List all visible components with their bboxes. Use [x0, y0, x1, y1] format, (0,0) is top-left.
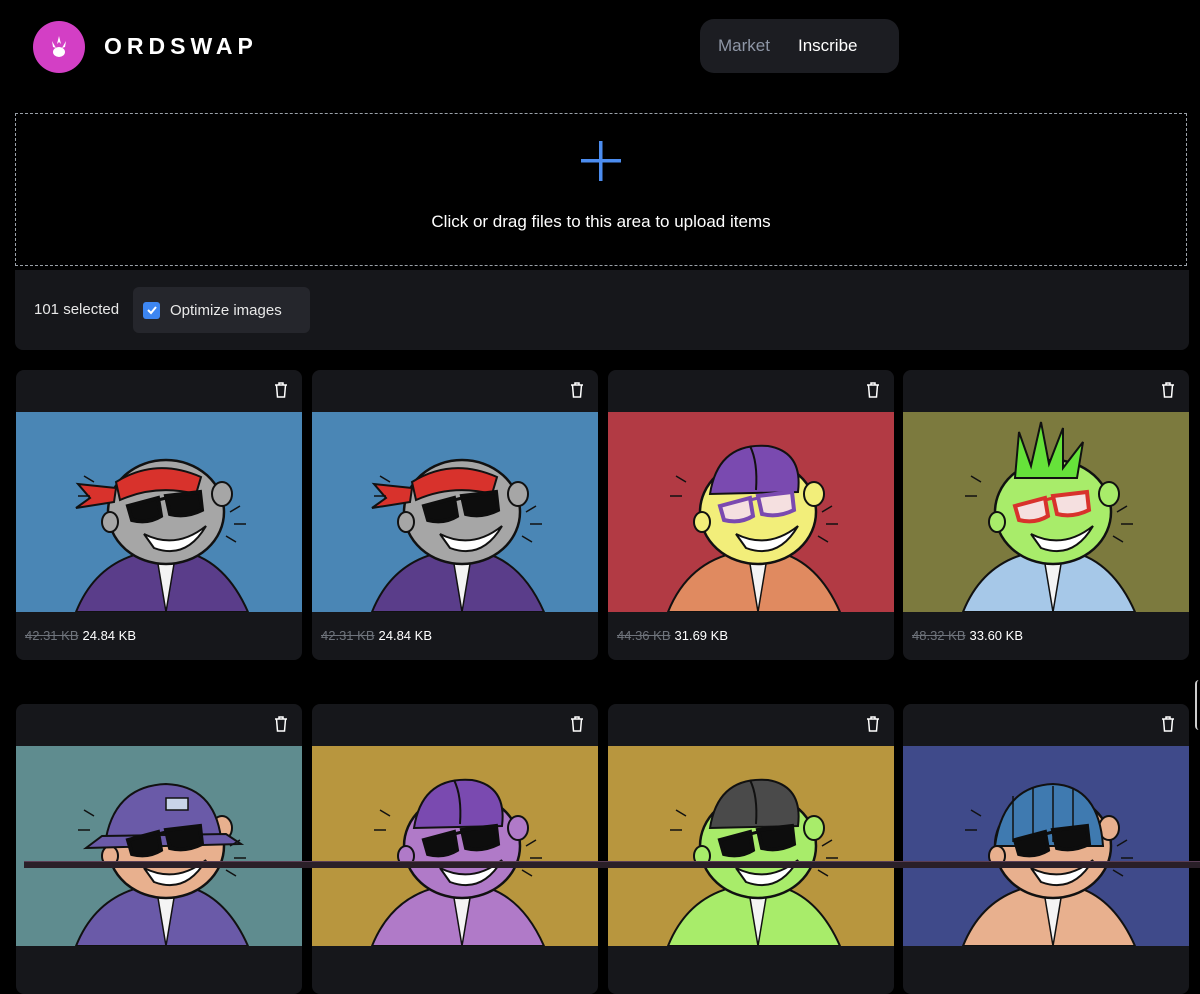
item-card[interactable] — [16, 704, 302, 994]
item-sizes: 42.31 KB 24.84 KB — [321, 628, 432, 643]
optimized-size: 33.60 KB — [969, 628, 1024, 643]
optimize-checkbox[interactable] — [143, 301, 160, 319]
trash-icon[interactable] — [274, 716, 288, 732]
header: ORDSWAP Market Inscribe — [0, 0, 1200, 95]
card-header — [608, 370, 894, 412]
item-card[interactable] — [903, 704, 1189, 994]
original-size: 44.36 KB — [617, 628, 671, 643]
item-sizes: 44.36 KB 31.69 KB — [617, 628, 728, 643]
item-card[interactable]: 48.32 KB 33.60 KB — [903, 370, 1189, 660]
nav-tabs: Market Inscribe — [700, 19, 899, 73]
trash-icon[interactable] — [1161, 382, 1175, 398]
card-header — [312, 370, 598, 412]
trash-icon[interactable] — [570, 382, 584, 398]
trash-icon[interactable] — [866, 716, 880, 732]
item-thumbnail — [312, 412, 598, 612]
trash-icon[interactable] — [570, 716, 584, 732]
optimized-size: 31.69 KB — [674, 628, 729, 643]
original-size: 48.32 KB — [912, 628, 966, 643]
item-thumbnail — [16, 412, 302, 612]
upload-dropzone[interactable]: Click or drag files to this area to uplo… — [15, 113, 1187, 266]
card-header — [903, 370, 1189, 412]
trash-icon[interactable] — [274, 382, 288, 398]
item-thumbnail — [312, 746, 598, 946]
original-size: 42.31 KB — [321, 628, 375, 643]
card-header — [16, 704, 302, 746]
item-card[interactable]: 42.31 KB 24.84 KB — [312, 370, 598, 660]
original-size: 42.31 KB — [25, 628, 79, 643]
optimize-images-toggle[interactable]: Optimize images — [133, 287, 310, 333]
trash-icon[interactable] — [1161, 716, 1175, 732]
selection-toolbar: 101 selected Optimize images — [15, 270, 1189, 350]
item-card[interactable] — [312, 704, 598, 994]
dino-foot-icon — [52, 36, 66, 57]
item-thumbnail — [16, 746, 302, 946]
tab-inscribe[interactable]: Inscribe — [798, 36, 858, 56]
item-thumbnail — [608, 746, 894, 946]
selected-count: 101 selected — [34, 301, 120, 318]
item-thumbnail — [608, 412, 894, 612]
card-header — [608, 704, 894, 746]
scroll-handle[interactable] — [1195, 680, 1200, 730]
upload-instructions: Click or drag files to this area to uplo… — [431, 212, 771, 231]
item-sizes: 42.31 KB 24.84 KB — [25, 628, 136, 643]
card-header — [903, 704, 1189, 746]
card-header — [16, 370, 302, 412]
item-card[interactable] — [608, 704, 894, 994]
optimized-size: 24.84 KB — [82, 628, 137, 643]
item-card[interactable]: 42.31 KB 24.84 KB — [16, 370, 302, 660]
card-header — [312, 704, 598, 746]
checkmark-icon — [146, 306, 157, 315]
plus-icon — [581, 141, 621, 181]
item-thumbnail — [903, 746, 1189, 946]
optimize-label: Optimize images — [170, 301, 282, 319]
brand-name: ORDSWAP — [104, 33, 258, 59]
item-thumbnail — [903, 412, 1189, 612]
item-sizes: 48.32 KB 33.60 KB — [912, 628, 1023, 643]
trash-icon[interactable] — [866, 382, 880, 398]
tab-market[interactable]: Market — [718, 36, 770, 56]
optimized-size: 24.84 KB — [378, 628, 433, 643]
brand-logo[interactable] — [33, 21, 85, 73]
item-card[interactable]: 44.36 KB 31.69 KB — [608, 370, 894, 660]
